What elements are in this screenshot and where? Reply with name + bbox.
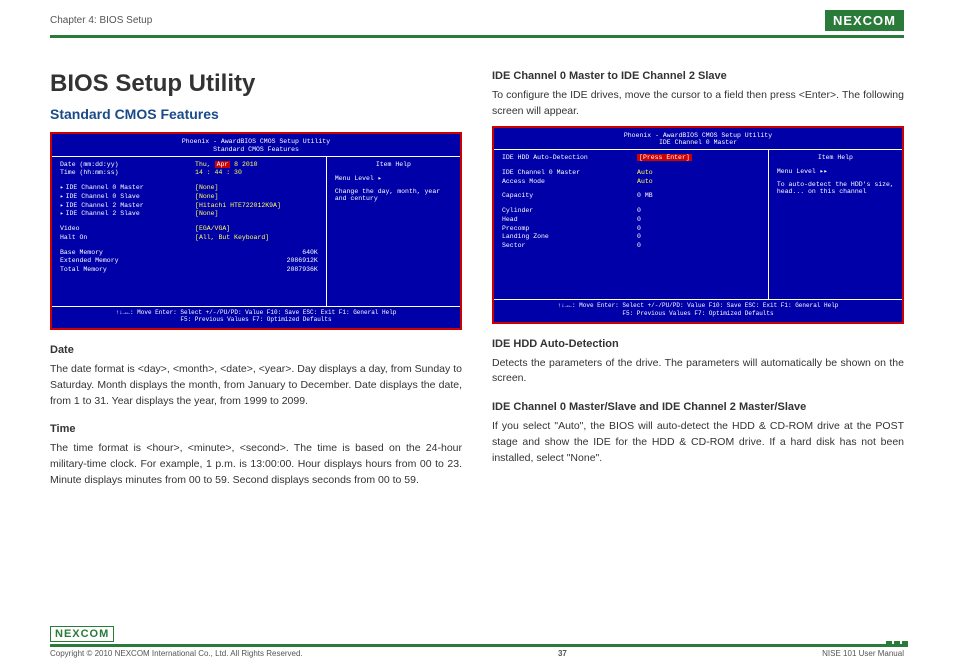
bios-field-value[interactable]: [All, But Keyboard] [195,234,318,243]
bios-field-value: 2086912K [195,257,318,266]
bios-field-label: Access Mode [502,178,637,187]
section-heading: Standard CMOS Features [50,106,462,122]
subheading-time: Time [50,423,462,435]
bios-field-label: Date (mm:dd:yy) [60,161,195,170]
bios2-title1: Phoenix - AwardBIOS CMOS Setup Utility [494,132,902,140]
bios-item-help-title: Item Help [335,161,452,168]
bios-footer-keys: F5: Previous Values F7: Optimized Defaul… [56,316,456,324]
page-number: 37 [558,649,567,658]
header-rule [50,35,904,38]
bios-field-label: Sector [502,242,637,251]
footer-rule [50,644,904,647]
bios-field-value[interactable]: Auto [637,178,760,187]
bios-field-label: Landing Zone [502,233,637,242]
bios-field-label: Total Memory [60,266,195,275]
bios-field-label[interactable]: IDE Channel 0 Master [60,184,195,193]
bios-field-label: Extended Memory [60,257,195,266]
bios-field-label: IDE HDD Auto-Detection [502,154,637,163]
bios-field-label[interactable]: IDE Channel 2 Master [60,202,195,211]
page-title: BIOS Setup Utility [50,70,462,98]
bios-field-label: Halt On [60,234,195,243]
bios-field-value[interactable]: [Press Enter] [637,154,760,163]
bios-field-value[interactable]: 14 : 44 : 30 [195,169,318,178]
bios-help-desc: To auto-detect the HDD's size, head... o… [777,181,894,195]
paragraph-auto-detect: Detects the parameters of the drive. The… [492,356,904,388]
bios-field-value[interactable]: [Hitachi HTE722012K9A] [195,202,318,211]
bios-field-label[interactable]: IDE Channel 0 Slave [60,193,195,202]
bios-field-value: 0 MB [637,192,760,201]
bios-field-label: Video [60,225,195,234]
bios-menu-level: Menu Level ▸▸ [777,167,894,175]
bios-item-help-title: Item Help [777,154,894,161]
bios-field-value: 640K [195,249,318,258]
chapter-label: Chapter 4: BIOS Setup [50,15,152,26]
bios-field-value[interactable]: Auto [637,169,760,178]
bios-footer-keys: F5: Previous Values F7: Optimized Defaul… [498,310,898,318]
left-column: BIOS Setup Utility Standard CMOS Feature… [50,70,462,495]
bios-screen-2: Phoenix - AwardBIOS CMOS Setup Utility I… [492,126,904,324]
bios-field-value[interactable]: Thu, Apr 8 2010 [195,161,318,170]
paragraph-ide-channels: If you select "Auto", the BIOS will auto… [492,419,904,466]
bios-field-value: 0 [637,242,760,251]
bios-field-label: Capacity [502,192,637,201]
bios-footer-keys: ↑↓→←: Move Enter: Select +/-/PU/PD: Valu… [498,302,898,310]
bios-field-value: 0 [637,225,760,234]
header-logo: NEXCOM [825,10,904,31]
subheading-date: Date [50,344,462,356]
bios-field-label[interactable]: IDE Channel 2 Slave [60,210,195,219]
bios-field-label: Head [502,216,637,225]
bios-field-value[interactable]: [None] [195,193,318,202]
bios-field-value: 0 [637,216,760,225]
bios-field-value[interactable]: [EGA/VGA] [195,225,318,234]
bios1-title2: Standard CMOS Features [52,146,460,154]
bios-field-label: Precomp [502,225,637,234]
bios-field-value: 2087936K [195,266,318,275]
bios-field-value[interactable]: [None] [195,210,318,219]
paragraph-ide-intro: To configure the IDE drives, move the cu… [492,88,904,120]
footer-logo: NEXCOM [50,626,114,642]
bios1-title1: Phoenix - AwardBIOS CMOS Setup Utility [52,138,460,146]
subheading-ide-channels: IDE Channel 0 Master/Slave and IDE Chann… [492,401,904,413]
bios-field-label: Cylinder [502,207,637,216]
bios-field-label: Time (hh:mm:ss) [60,169,195,178]
bios-footer-keys: ↑↓→←: Move Enter: Select +/-/PU/PD: Valu… [56,309,456,317]
subheading-auto-detect: IDE HDD Auto-Detection [492,338,904,350]
paragraph-date: The date format is <day>, <month>, <date… [50,362,462,409]
bios-field-value: 0 [637,207,760,216]
bios-help-desc: Change the day, month, year and century [335,188,452,202]
copyright-text: Copyright © 2010 NEXCOM International Co… [50,649,303,658]
doc-title: NISE 101 User Manual [822,649,904,658]
bios-field-label: IDE Channel 0 Master [502,169,637,178]
bios-field-value[interactable]: [None] [195,184,318,193]
bios-field-value: 0 [637,233,760,242]
paragraph-time: The time format is <hour>, <minute>, <se… [50,441,462,488]
subheading-ide-range: IDE Channel 0 Master to IDE Channel 2 Sl… [492,70,904,82]
bios-menu-level: Menu Level ▸ [335,174,452,182]
bios-screen-1: Phoenix - AwardBIOS CMOS Setup Utility S… [50,132,462,330]
bios-field-label: Base Memory [60,249,195,258]
bios2-title2: IDE Channel 0 Master [494,139,902,147]
right-column: IDE Channel 0 Master to IDE Channel 2 Sl… [492,70,904,495]
